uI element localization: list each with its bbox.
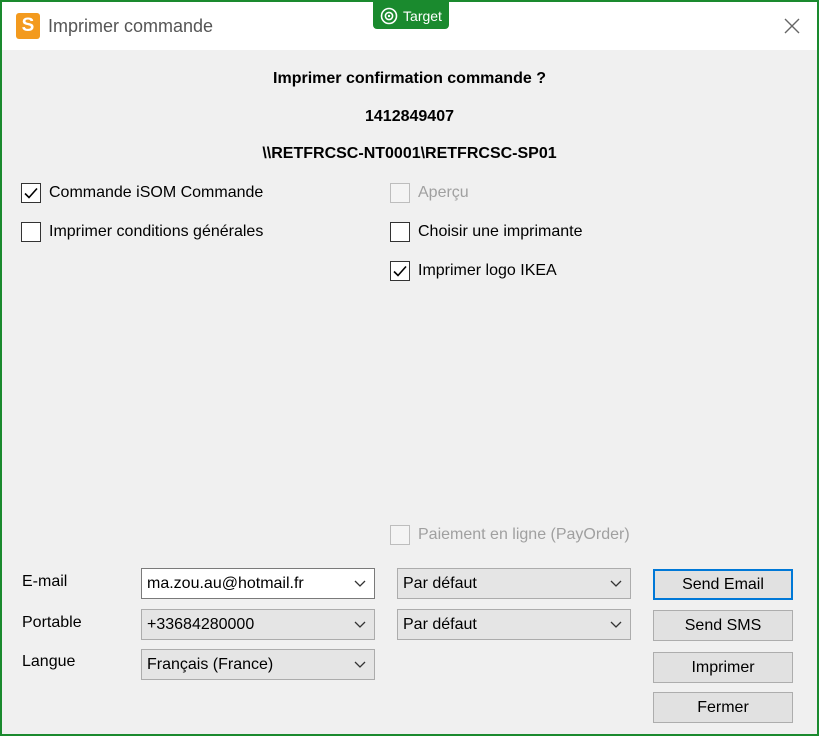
target-badge-label: Target	[403, 7, 442, 24]
chevron-down-icon[interactable]	[602, 569, 630, 598]
email-value[interactable]: ma.zou.au@hotmail.fr	[147, 575, 346, 593]
printer-path: \\RETFRCSC-NT0001\RETFRCSC-SP01	[262, 145, 557, 162]
checkbox-apercu: Aperçu	[390, 183, 469, 203]
chevron-down-icon[interactable]	[346, 610, 374, 639]
print-question: Imprimer confirmation commande ?	[273, 70, 546, 87]
chevron-down-icon[interactable]	[346, 650, 374, 679]
phone-combo[interactable]: +33684280000	[141, 609, 375, 640]
window-title: Imprimer commande	[48, 16, 214, 36]
email-label: E-mail	[22, 573, 68, 590]
close-icon	[784, 18, 800, 34]
order-number: 1412849407	[365, 108, 454, 125]
checkbox-choisir-imprimante[interactable]: Choisir une imprimante	[390, 222, 583, 242]
email-template-select[interactable]: Par défaut	[397, 568, 631, 599]
chevron-down-icon[interactable]	[602, 610, 630, 639]
language-value: Français (France)	[147, 655, 274, 673]
checkmark-icon	[393, 265, 407, 277]
sms-template-select[interactable]: Par défaut	[397, 609, 631, 640]
checkbox-label: Imprimer conditions générales	[49, 223, 264, 240]
phone-value[interactable]: +33684280000	[147, 616, 346, 634]
checkbox-label: Aperçu	[418, 184, 469, 201]
target-icon	[380, 7, 398, 24]
phone-label: Portable	[22, 614, 82, 631]
checkbox-box	[390, 525, 410, 545]
app-icon: S	[16, 13, 40, 39]
close-button[interactable]: Fermer	[653, 692, 793, 723]
checkbox-logo-ikea[interactable]: Imprimer logo IKEA	[390, 261, 557, 281]
send-email-button[interactable]: Send Email	[653, 569, 793, 600]
checkbox-box[interactable]	[390, 222, 410, 242]
checkbox-box[interactable]	[21, 183, 41, 203]
close-window-button[interactable]	[775, 10, 809, 42]
email-template-value: Par défaut	[403, 574, 477, 592]
checkbox-box[interactable]	[390, 261, 410, 281]
email-combo[interactable]: ma.zou.au@hotmail.fr	[141, 568, 375, 599]
send-sms-button[interactable]: Send SMS	[653, 610, 793, 641]
chevron-down-icon[interactable]	[346, 569, 374, 598]
checkbox-label: Imprimer logo IKEA	[418, 262, 557, 279]
checkbox-label: Choisir une imprimante	[418, 223, 583, 240]
print-order-dialog: S Imprimer commande Target Imprimer conf…	[0, 0, 819, 736]
checkbox-label: Commande iSOM Commande	[49, 184, 264, 201]
checkmark-icon	[24, 187, 38, 199]
target-badge: Target	[373, 2, 449, 29]
language-select[interactable]: Français (France)	[141, 649, 375, 680]
checkbox-box[interactable]	[21, 222, 41, 242]
checkbox-commande-isom[interactable]: Commande iSOM Commande	[21, 183, 263, 203]
checkbox-conditions-generales[interactable]: Imprimer conditions générales	[21, 222, 263, 242]
sms-template-value: Par défaut	[403, 615, 477, 633]
print-button[interactable]: Imprimer	[653, 652, 793, 683]
checkbox-paiement-en-ligne: Paiement en ligne (PayOrder)	[390, 525, 630, 545]
checkbox-box	[390, 183, 410, 203]
language-label: Langue	[22, 653, 76, 670]
checkbox-label: Paiement en ligne (PayOrder)	[418, 526, 630, 543]
